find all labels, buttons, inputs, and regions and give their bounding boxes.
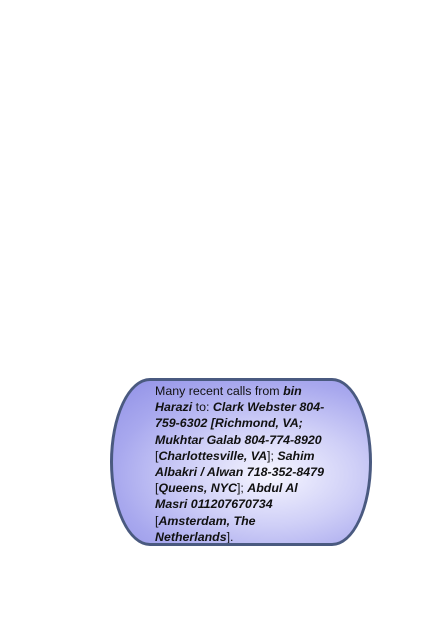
call-log-emphasis: Charlottesville, VA (158, 448, 268, 463)
call-log-segment: ]; (267, 448, 278, 463)
diagram-canvas: Many recent calls from bin Harazi to: Cl… (0, 0, 421, 620)
call-log-segment: to: (192, 400, 213, 415)
call-log-node[interactable]: Many recent calls from bin Harazi to: Cl… (110, 378, 372, 546)
call-log-text: Many recent calls from bin Harazi to: Cl… (155, 383, 333, 544)
call-log-segment: Many recent calls from (155, 384, 284, 398)
call-log-segment: ]; (236, 481, 248, 496)
call-log-emphasis: Queens, NYC (158, 481, 237, 496)
call-log-emphasis: Amsterdam, The Netherlands (155, 513, 256, 544)
call-log-segment: ]. (226, 529, 234, 544)
